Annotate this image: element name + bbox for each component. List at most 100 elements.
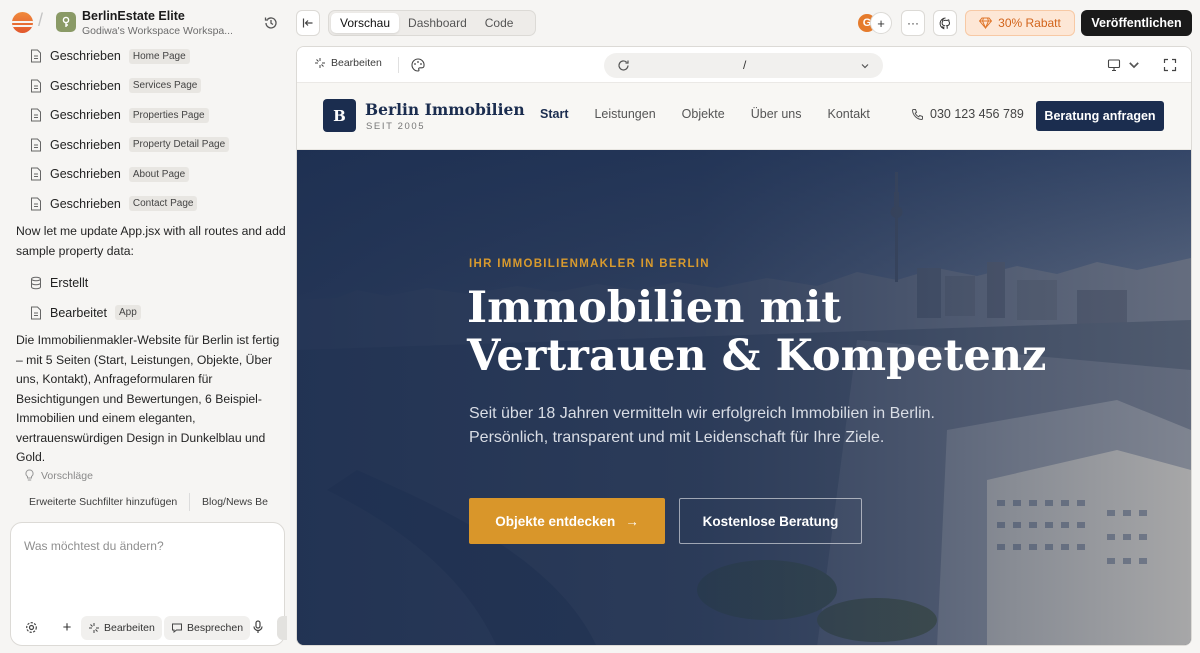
site-nav: Start Leistungen Objekte Über uns Kontak… <box>540 107 896 125</box>
send-button[interactable] <box>277 616 287 640</box>
tab-preview[interactable]: Vorschau <box>331 13 400 33</box>
file-action-verb: Geschrieben <box>50 196 121 211</box>
palette-icon[interactable] <box>411 58 425 72</box>
visual-edit-button[interactable]: Bearbeiten <box>314 57 382 69</box>
file-icon <box>31 79 41 92</box>
project-title[interactable]: BerlinEstate Elite <box>82 9 185 23</box>
invite-button[interactable]: + <box>870 12 892 34</box>
assistant-message: Now let me update App.jsx with all route… <box>16 224 286 258</box>
more-button[interactable]: ··· <box>901 10 925 36</box>
hero-eyebrow: IHR IMMOBILIENMAKLER IN BERLIN <box>469 258 710 270</box>
collapse-sidebar-button[interactable] <box>296 10 320 36</box>
add-icon[interactable]: + <box>59 619 75 636</box>
message-input[interactable]: Was möchtest du ändern? <box>24 539 164 553</box>
file-action-row[interactable]: Erstellt <box>30 272 88 294</box>
sparkle-icon <box>315 58 325 68</box>
nav-link-leistungen[interactable]: Leistungen <box>594 107 655 125</box>
top-toolbar: Vorschau Dashboard Code G + ··· 30% Raba… <box>296 0 1200 46</box>
url-bar[interactable]: / <box>604 53 883 78</box>
file-chip[interactable]: Properties Page <box>128 107 209 123</box>
file-action-row[interactable]: Geschrieben Contact Page <box>30 193 198 215</box>
diamond-icon <box>979 17 993 29</box>
settings-icon[interactable] <box>23 619 39 635</box>
preview-toolbar: Bearbeiten / <box>297 47 1191 83</box>
nav-link-kontakt[interactable]: Kontakt <box>827 107 869 125</box>
file-action-row[interactable]: Geschrieben About Page <box>30 163 190 185</box>
file-action-verb: Geschrieben <box>50 137 121 152</box>
github-button[interactable] <box>933 10 957 36</box>
microphone-icon[interactable] <box>250 619 266 635</box>
file-action-row[interactable]: Geschrieben Services Page <box>30 75 202 97</box>
fullscreen-icon[interactable] <box>1163 58 1177 72</box>
file-icon <box>31 138 41 151</box>
discount-label: 30% Rabatt <box>998 16 1061 30</box>
file-action-row[interactable]: Geschrieben Property Detail Page <box>30 134 230 156</box>
file-chip[interactable]: App <box>114 305 141 320</box>
project-header: / BerlinEstate Elite Godiwa's Workspace … <box>0 0 296 46</box>
suggestion-chip[interactable]: Erweiterte Suchfilter hinzufügen <box>16 496 189 508</box>
file-action-verb: Geschrieben <box>50 167 121 181</box>
visual-edit-label: Bearbeiten <box>331 57 382 69</box>
file-action-verb: Erstellt <box>50 276 89 290</box>
device-selector[interactable] <box>1107 58 1141 72</box>
sparkle-icon <box>89 623 99 633</box>
suggestions-label: Vorschläge <box>24 469 93 482</box>
tab-code[interactable]: Code <box>476 13 523 33</box>
consultation-button[interactable]: Beratung anfragen <box>1036 101 1164 131</box>
publish-button[interactable]: Veröffentlichen <box>1081 10 1192 36</box>
file-chip[interactable]: Home Page <box>128 48 190 64</box>
lightbulb-icon <box>25 469 34 481</box>
project-key-icon <box>56 12 76 32</box>
file-action-row[interactable]: Geschrieben Home Page <box>30 45 190 67</box>
app-logo-icon[interactable] <box>12 12 33 33</box>
chevron-down-icon[interactable] <box>860 61 870 71</box>
hero-title: Immobilien mit Vertrauen & Kompetenz <box>467 283 1047 381</box>
free-consultation-button[interactable]: Kostenlose Beratung <box>679 498 862 544</box>
file-icon <box>31 108 41 122</box>
file-chip[interactable]: About Page <box>128 166 190 182</box>
reload-icon[interactable] <box>617 59 630 72</box>
explore-properties-label: Objekte entdecken <box>495 513 616 529</box>
hero-overlay <box>297 150 1191 645</box>
discuss-mode-label: Besprechen <box>187 622 244 634</box>
history-icon[interactable] <box>263 15 279 31</box>
suggestion-chip[interactable]: Blog/News Be <box>190 496 280 508</box>
nav-link-objekte[interactable]: Objekte <box>682 107 725 125</box>
collaborators[interactable]: G + <box>856 12 892 34</box>
discount-button[interactable]: 30% Rabatt <box>965 10 1075 36</box>
collapse-left-icon <box>302 18 313 28</box>
breadcrumb-separator: / <box>38 10 44 30</box>
message-composer: Was möchtest du ändern? + Bearbeiten Bes… <box>10 522 287 646</box>
nav-link-ueber-uns[interactable]: Über uns <box>751 107 802 125</box>
file-action-verb: Geschrieben <box>50 108 121 122</box>
file-icon <box>31 197 41 210</box>
workspace-name: Godiwa's Workspace Workspa... <box>82 25 232 37</box>
chat-icon <box>172 623 182 634</box>
site-name[interactable]: Berlin Immobilien <box>365 100 525 119</box>
file-icon <box>31 167 41 181</box>
hero-subtitle: Seit über 18 Jahren vermitteln wir erfol… <box>469 405 935 446</box>
tab-dashboard[interactable]: Dashboard <box>399 13 476 33</box>
chevron-down-icon <box>1129 62 1139 69</box>
url-path: / <box>743 58 747 72</box>
divider <box>398 57 399 73</box>
file-chip[interactable]: Services Page <box>128 78 202 93</box>
suggestions-row: Erweiterte Suchfilter hinzufügen Blog/Ne… <box>16 491 280 513</box>
composer-toolbar: + Bearbeiten Besprechen <box>11 616 287 640</box>
monitor-icon <box>1107 59 1121 72</box>
file-chip[interactable]: Contact Page <box>128 196 198 211</box>
file-icon <box>31 49 41 63</box>
nav-link-start[interactable]: Start <box>540 107 568 125</box>
file-chip[interactable]: Property Detail Page <box>128 137 230 152</box>
phone-link[interactable]: 030 123 456 789 <box>911 107 1024 121</box>
site-logo[interactable]: B <box>323 99 356 132</box>
discuss-mode-button[interactable]: Besprechen <box>164 616 251 640</box>
file-action-row[interactable]: Geschrieben Properties Page <box>30 104 209 126</box>
edit-mode-button[interactable]: Bearbeiten <box>81 616 162 640</box>
file-action-row[interactable]: Bearbeitet App <box>30 302 141 324</box>
github-icon <box>939 17 950 29</box>
database-icon <box>31 276 41 290</box>
file-action-verb: Geschrieben <box>50 49 121 63</box>
preview-frame: Bearbeiten / B Berlin Immobilien SEIT 20… <box>296 46 1192 646</box>
explore-properties-button[interactable]: Objekte entdecken → <box>469 498 665 544</box>
